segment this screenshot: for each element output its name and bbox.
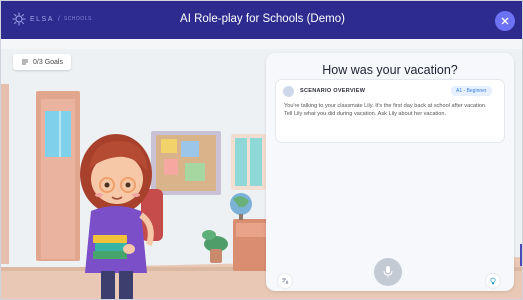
translate-icon [282, 278, 289, 285]
scenario-card: SCENARIO OVERVIEW A1 - Beginner You're t… [275, 79, 505, 143]
panel-title: How was your vacation? [322, 63, 458, 77]
close-button[interactable] [495, 11, 515, 31]
scenario-panel: How was your vacation? SCENARIO OVERVIEW… [266, 53, 514, 291]
page-title: AI Role-play for Schools (Demo) [180, 13, 345, 25]
translate-button[interactable] [278, 274, 292, 288]
app-window: 0/3 Goals How was your vacation? SCENARI… [0, 0, 523, 300]
app-header: ELSA / SCHOOLS AI Role-play for Schools … [1, 1, 522, 39]
hint-button[interactable] [486, 274, 500, 288]
checklist-icon [22, 59, 29, 65]
scenario-description: You're talking to your classmate Lily. I… [284, 103, 487, 117]
close-icon [501, 17, 509, 25]
microphone-button[interactable] [374, 258, 402, 286]
level-badge: A1 - Beginner [451, 86, 492, 96]
scenario-icon [283, 86, 294, 97]
lightbulb-icon [490, 277, 496, 285]
scenario-heading: SCENARIO OVERVIEW [300, 88, 366, 94]
microphone-icon [383, 266, 393, 278]
goals-counter[interactable]: 0/3 Goals [13, 54, 71, 70]
classroom-scene: 0/3 Goals How was your vacation? SCENARI… [1, 39, 522, 299]
goals-label: 0/3 Goals [33, 58, 63, 66]
